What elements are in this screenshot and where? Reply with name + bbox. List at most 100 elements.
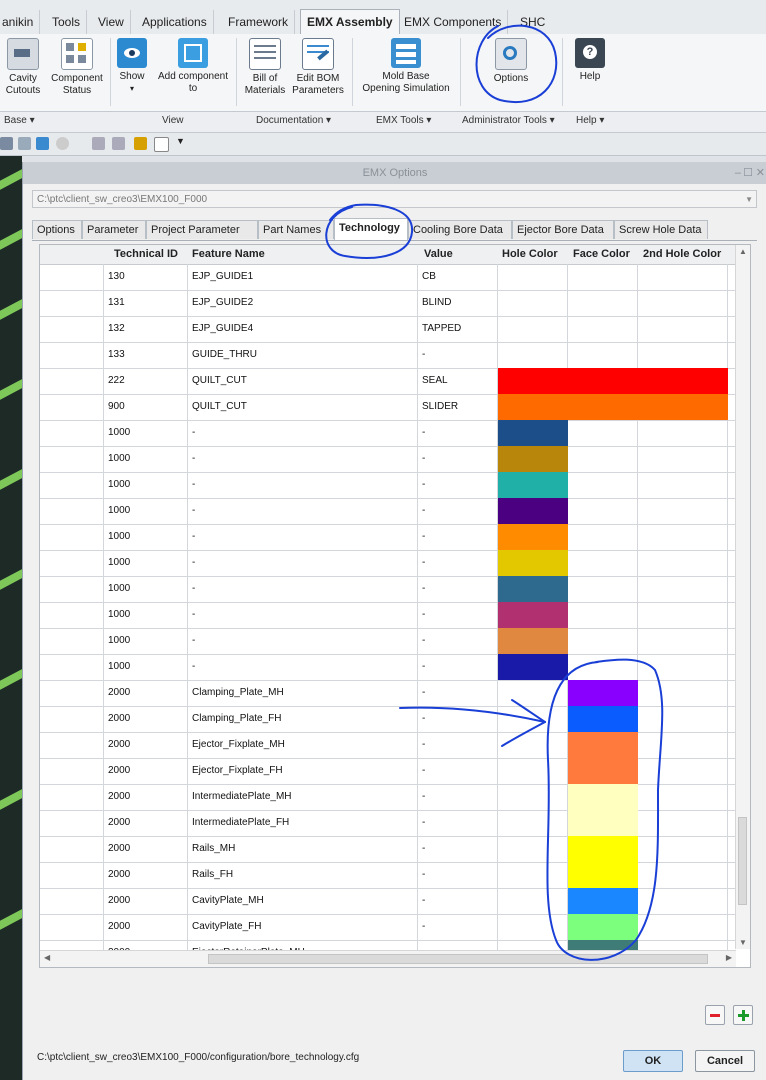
tab-parameter[interactable]: Parameter (82, 220, 146, 239)
cell-name[interactable]: Clamping_Plate_MH (188, 680, 418, 706)
color-swatch-face[interactable] (568, 758, 638, 784)
tab-applications[interactable]: Applications (136, 10, 214, 34)
remove-row-button[interactable] (705, 1005, 725, 1025)
cell-id[interactable]: 1000 (104, 654, 188, 680)
color-swatch-hole2[interactable] (638, 784, 728, 810)
cell-name[interactable]: - (188, 550, 418, 576)
cell-value[interactable]: - (418, 550, 498, 576)
row-selector-cell[interactable] (40, 420, 104, 446)
row-selector-cell[interactable] (40, 706, 104, 732)
color-swatch-hole2[interactable] (638, 732, 728, 758)
color-swatch-hole[interactable] (498, 420, 568, 446)
row-selector-cell[interactable] (40, 342, 104, 368)
table-row[interactable]: 2000 CavityPlate_MH - (40, 888, 736, 915)
table-row[interactable]: 2000 CavityPlate_FH - (40, 914, 736, 941)
ok-button[interactable]: OK (623, 1050, 683, 1072)
cell-value[interactable]: - (418, 524, 498, 550)
row-selector-cell[interactable] (40, 264, 104, 290)
cell-value[interactable]: - (418, 628, 498, 654)
group-help[interactable]: Help ▾ (576, 115, 604, 126)
row-selector-cell[interactable] (40, 654, 104, 680)
tab-options[interactable]: Options (32, 220, 82, 239)
row-selector-cell[interactable] (40, 862, 104, 888)
color-swatch-hole[interactable] (498, 472, 568, 498)
table-row[interactable]: 1000- - (40, 472, 736, 499)
color-swatch-face[interactable] (568, 342, 638, 368)
cell-value[interactable]: - (418, 680, 498, 706)
vertical-scroll-thumb[interactable] (738, 817, 747, 905)
table-row[interactable]: 2000 Ejector_Fixplate_MH - (40, 732, 736, 759)
color-swatch-hole2[interactable] (638, 576, 728, 602)
row-selector-cell[interactable] (40, 914, 104, 940)
sphere-icon[interactable] (56, 137, 69, 150)
cell-id[interactable]: 2000 (104, 706, 188, 732)
close-icon[interactable]: ✕ (756, 162, 765, 184)
cell-id[interactable]: 1000 (104, 498, 188, 524)
cell-name[interactable]: IntermediatePlate_MH (188, 784, 418, 810)
row-selector-cell[interactable] (40, 602, 104, 628)
bill-of-materials-button[interactable]: Bill of Materials (244, 38, 286, 97)
cell-value[interactable]: - (418, 654, 498, 680)
cell-id[interactable]: 2000 (104, 758, 188, 784)
color-swatch-hole2[interactable] (638, 836, 728, 862)
color-swatch-face[interactable] (568, 446, 638, 472)
color-swatch-face[interactable] (568, 290, 638, 316)
help-button[interactable]: ? Help (570, 38, 610, 83)
row-selector-cell[interactable] (40, 316, 104, 342)
cell-value[interactable]: - (418, 706, 498, 732)
color-swatch-face[interactable] (568, 498, 638, 524)
row-selector-cell[interactable] (40, 368, 104, 394)
cell-name[interactable]: Ejector_Fixplate_MH (188, 732, 418, 758)
color-swatch-hole2[interactable] (638, 446, 728, 472)
horizontal-scrollbar[interactable]: ◀ ▶ (40, 950, 736, 967)
add-row-button[interactable] (733, 1005, 753, 1025)
column-header-technical-id[interactable]: Technical ID (114, 245, 178, 264)
cell-value[interactable]: - (418, 836, 498, 862)
column-header-2nd-hole-color[interactable]: 2nd Hole Color (643, 245, 721, 264)
cell-id[interactable]: 2000 (104, 888, 188, 914)
cell-id[interactable]: 2000 (104, 862, 188, 888)
scroll-left-icon[interactable]: ◀ (44, 953, 50, 962)
scroll-up-icon[interactable]: ▲ (739, 247, 747, 256)
cell-value[interactable]: - (418, 498, 498, 524)
cell-name[interactable]: Clamping_Plate_FH (188, 706, 418, 732)
color-swatch-face[interactable] (568, 680, 638, 706)
cell-value[interactable]: - (418, 342, 498, 368)
color-swatch-face[interactable] (568, 316, 638, 342)
cell-value[interactable]: - (418, 758, 498, 784)
color-swatch-hole2[interactable] (638, 498, 728, 524)
color-swatch-face[interactable] (568, 264, 638, 290)
color-swatch-hole[interactable] (498, 836, 568, 862)
row-selector-cell[interactable] (40, 680, 104, 706)
color-swatch-hole2[interactable] (638, 602, 728, 628)
cell-value[interactable]: - (418, 914, 498, 940)
cell-name[interactable]: Rails_MH (188, 836, 418, 862)
color-swatch-hole2[interactable] (638, 550, 728, 576)
tab-tools[interactable]: Tools (46, 10, 88, 34)
tab-ejector-bore-data[interactable]: Ejector Bore Data (512, 220, 614, 239)
tab-framework[interactable]: Framework (222, 10, 296, 34)
cell-name[interactable]: QUILT_CUT (188, 368, 418, 394)
color-swatch-face[interactable] (568, 862, 638, 888)
color-swatch-hole2[interactable] (638, 394, 728, 420)
color-swatch-hole2[interactable] (638, 316, 728, 342)
cancel-button[interactable]: Cancel (695, 1050, 755, 1072)
table-row[interactable]: 2000 Rails_FH - (40, 862, 736, 889)
color-swatch-hole2[interactable] (638, 420, 728, 446)
cell-name[interactable]: EJP_GUIDE2 (188, 290, 418, 316)
color-swatch-hole[interactable] (498, 524, 568, 550)
cell-id[interactable]: 2000 (104, 810, 188, 836)
row-selector-cell[interactable] (40, 836, 104, 862)
color-swatch-face[interactable] (568, 654, 638, 680)
cell-name[interactable]: - (188, 420, 418, 446)
color-swatch-hole[interactable] (498, 680, 568, 706)
table-row[interactable]: 1000- - (40, 420, 736, 447)
color-swatch-hole[interactable] (498, 914, 568, 940)
cell-name[interactable]: - (188, 472, 418, 498)
tab-cooling-bore-data[interactable]: Cooling Bore Data (408, 220, 512, 239)
cell-value[interactable]: TAPPED (418, 316, 498, 342)
group-documentation[interactable]: Documentation ▾ (256, 115, 331, 126)
color-swatch-hole2[interactable] (638, 888, 728, 914)
cell-id[interactable]: 2000 (104, 784, 188, 810)
color-swatch-hole2[interactable] (638, 914, 728, 940)
